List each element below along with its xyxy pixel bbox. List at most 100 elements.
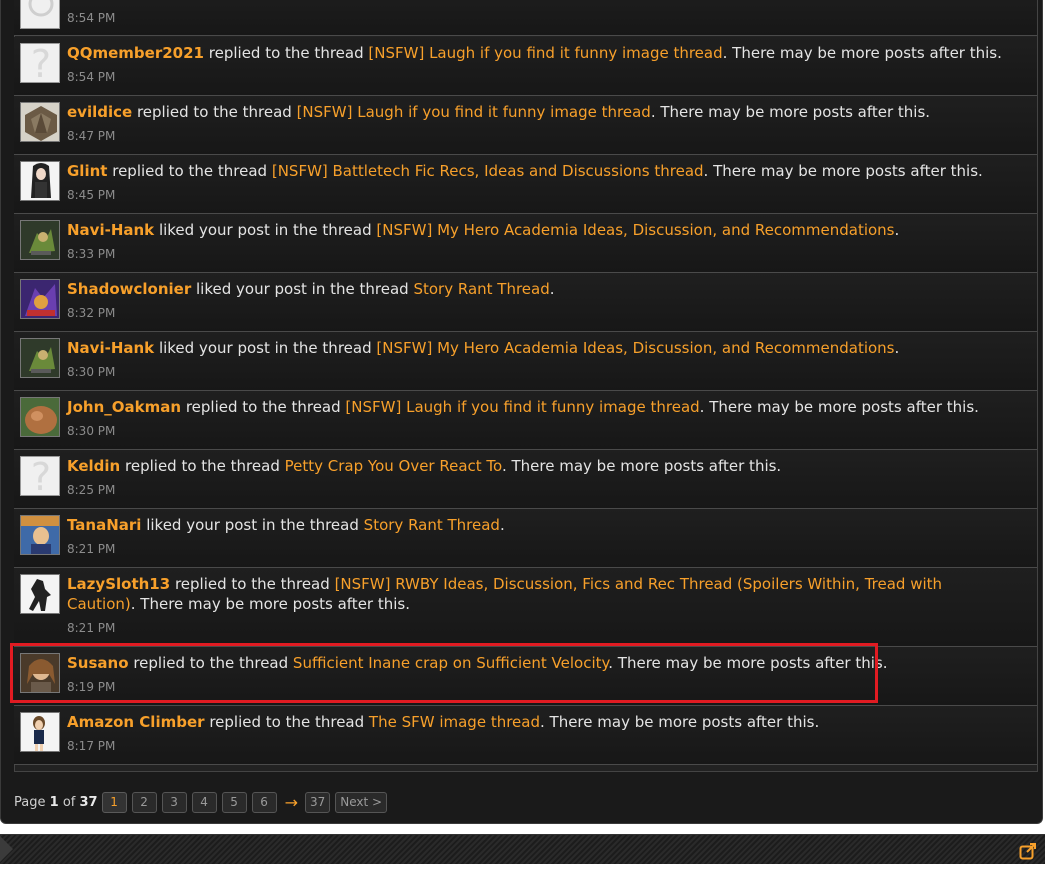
highlight-annotation: [10, 643, 878, 703]
page-button-6[interactable]: 6: [251, 791, 277, 813]
external-link-icon[interactable]: [1019, 842, 1037, 860]
username-link[interactable]: John_Oakman: [67, 398, 181, 416]
suffix-text: . There may be more posts after this.: [722, 44, 1002, 62]
action-text: replied to the thread: [112, 162, 268, 180]
avatar[interactable]: [20, 279, 60, 319]
list-item: LazySloth13 replied to the thread [NSFW]…: [14, 568, 1037, 647]
username-link[interactable]: TanaNari: [67, 516, 141, 534]
username-link[interactable]: LazySloth13: [67, 575, 170, 593]
avatar[interactable]: [20, 102, 60, 142]
of-label: of: [62, 794, 76, 810]
notification-text: evildice replied to the thread [NSFW] La…: [67, 102, 1007, 122]
timestamp: 8:32 PM: [67, 306, 116, 320]
suffix-text: . There may be more posts after this.: [699, 398, 979, 416]
thread-link[interactable]: [NSFW] Laugh if you find it funny image …: [345, 398, 699, 416]
notification-text: Glint replied to the thread [NSFW] Battl…: [67, 161, 1007, 181]
suffix-text: .: [549, 280, 555, 298]
list-item: Navi-Hank liked your post in the thread …: [14, 214, 1037, 273]
timestamp: 8:45 PM: [67, 188, 116, 202]
action-text: replied to the thread: [174, 575, 330, 593]
total-pages: 37: [79, 794, 98, 810]
suffix-text: . There may be more posts after this.: [540, 713, 820, 731]
notification-text: John_Oakman replied to the thread [NSFW]…: [67, 397, 1007, 417]
list-item: Shadowclonier liked your post in the thr…: [14, 273, 1037, 332]
username-link[interactable]: Navi-Hank: [67, 339, 154, 357]
username-link[interactable]: Glint: [67, 162, 107, 180]
username-link[interactable]: evildice: [67, 103, 132, 121]
avatar[interactable]: [20, 338, 60, 378]
thread-link[interactable]: Petty Crap You Over React To: [285, 457, 502, 475]
action-text: replied to the thread: [125, 457, 280, 475]
timestamp: 8:21 PM: [67, 621, 116, 635]
next-page-button[interactable]: Next >: [335, 791, 388, 813]
avatar[interactable]: [20, 712, 60, 752]
thread-link[interactable]: Story Rant Thread: [413, 280, 549, 298]
timestamp: 8:54 PM: [67, 11, 116, 25]
list-item: ? QQmember2021 replied to the thread [NS…: [14, 37, 1037, 96]
action-text: liked your post in the thread: [146, 516, 359, 534]
suffix-text: .: [894, 221, 900, 239]
suffix-text: . There may be more posts after this.: [703, 162, 983, 180]
suffix-text: . There may be more posts after this.: [501, 457, 782, 475]
thread-link[interactable]: [NSFW] My Hero Academia Ideas, Discussio…: [376, 339, 894, 357]
list-item: evildice replied to the thread [NSFW] La…: [14, 96, 1037, 155]
list-item: ? Keldin replied to the thread Petty Cra…: [14, 450, 1037, 509]
notification-text: LazySloth13 replied to the thread [NSFW]…: [67, 574, 1007, 614]
notification-text: Keldin replied to the thread Petty Crap …: [67, 456, 1007, 476]
page-button-4[interactable]: 4: [191, 791, 217, 813]
page-button-5[interactable]: 5: [221, 791, 247, 813]
avatar[interactable]: [20, 161, 60, 201]
svg-text:?: ?: [31, 44, 51, 83]
notification-text: Navi-Hank liked your post in the thread …: [67, 220, 1007, 240]
list-item: Glint replied to the thread [NSFW] Battl…: [14, 155, 1037, 214]
username-link[interactable]: QQmember2021: [67, 44, 204, 62]
page-button-3[interactable]: 3: [161, 791, 187, 813]
notification-text: QQmember2021 replied to the thread [NSFW…: [67, 43, 1007, 63]
username-link[interactable]: Amazon Climber: [67, 713, 205, 731]
page-indicator: Page 1 of 37: [14, 795, 98, 810]
timestamp: 8:47 PM: [67, 129, 116, 143]
username-link[interactable]: Navi-Hank: [67, 221, 154, 239]
footer-bar: [0, 834, 1045, 864]
thread-link[interactable]: [NSFW] Laugh if you find it funny image …: [368, 44, 722, 62]
action-text: replied to the thread: [185, 398, 341, 416]
action-text: replied to the thread: [209, 713, 365, 731]
username-link[interactable]: Shadowclonier: [67, 280, 191, 298]
page-button-last[interactable]: 37: [304, 791, 331, 813]
page-jump-arrow-icon[interactable]: →: [285, 793, 298, 812]
username-link[interactable]: Keldin: [67, 457, 120, 475]
thread-link[interactable]: [NSFW] My Hero Academia Ideas, Discussio…: [376, 221, 894, 239]
page-button-2[interactable]: 2: [131, 791, 157, 813]
notification-text: Navi-Hank liked your post in the thread …: [67, 338, 1007, 358]
thread-link[interactable]: [NSFW] Laugh if you find it funny image …: [297, 103, 651, 121]
timestamp: 8:30 PM: [67, 424, 116, 438]
action-text: liked your post in the thread: [158, 221, 372, 239]
avatar[interactable]: [20, 515, 60, 555]
avatar[interactable]: [20, 397, 60, 437]
notification-text: Amazon Climber replied to the thread The…: [67, 712, 1007, 732]
page-button-1[interactable]: 1: [101, 791, 127, 813]
timestamp: 8:30 PM: [67, 365, 116, 379]
notification-text: Shadowclonier liked your post in the thr…: [67, 279, 1007, 299]
list-item: 8:54 PM: [14, 0, 1037, 36]
avatar[interactable]: ?: [20, 456, 60, 496]
page-label: Page: [14, 794, 46, 810]
avatar[interactable]: [20, 0, 60, 29]
suffix-text: .: [894, 339, 900, 357]
list-item: John_Oakman replied to the thread [NSFW]…: [14, 391, 1037, 450]
svg-text:?: ?: [31, 457, 51, 496]
thread-link[interactable]: [NSFW] Battletech Fic Recs, Ideas and Di…: [272, 162, 704, 180]
thread-link[interactable]: The SFW image thread: [369, 713, 540, 731]
timestamp: 8:33 PM: [67, 247, 116, 261]
suffix-text: .: [499, 516, 505, 534]
suffix-text: . There may be more posts after this.: [650, 103, 931, 121]
timestamp: 8:17 PM: [67, 739, 116, 753]
action-text: liked your post in the thread: [158, 339, 372, 357]
avatar[interactable]: ?: [20, 43, 60, 83]
thread-link[interactable]: Story Rant Thread: [364, 516, 500, 534]
avatar[interactable]: [20, 574, 60, 614]
list-item: TanaNari liked your post in the thread S…: [14, 509, 1037, 568]
avatar[interactable]: [20, 220, 60, 260]
timestamp: 8:25 PM: [67, 483, 116, 497]
action-text: replied to the thread: [136, 103, 292, 121]
